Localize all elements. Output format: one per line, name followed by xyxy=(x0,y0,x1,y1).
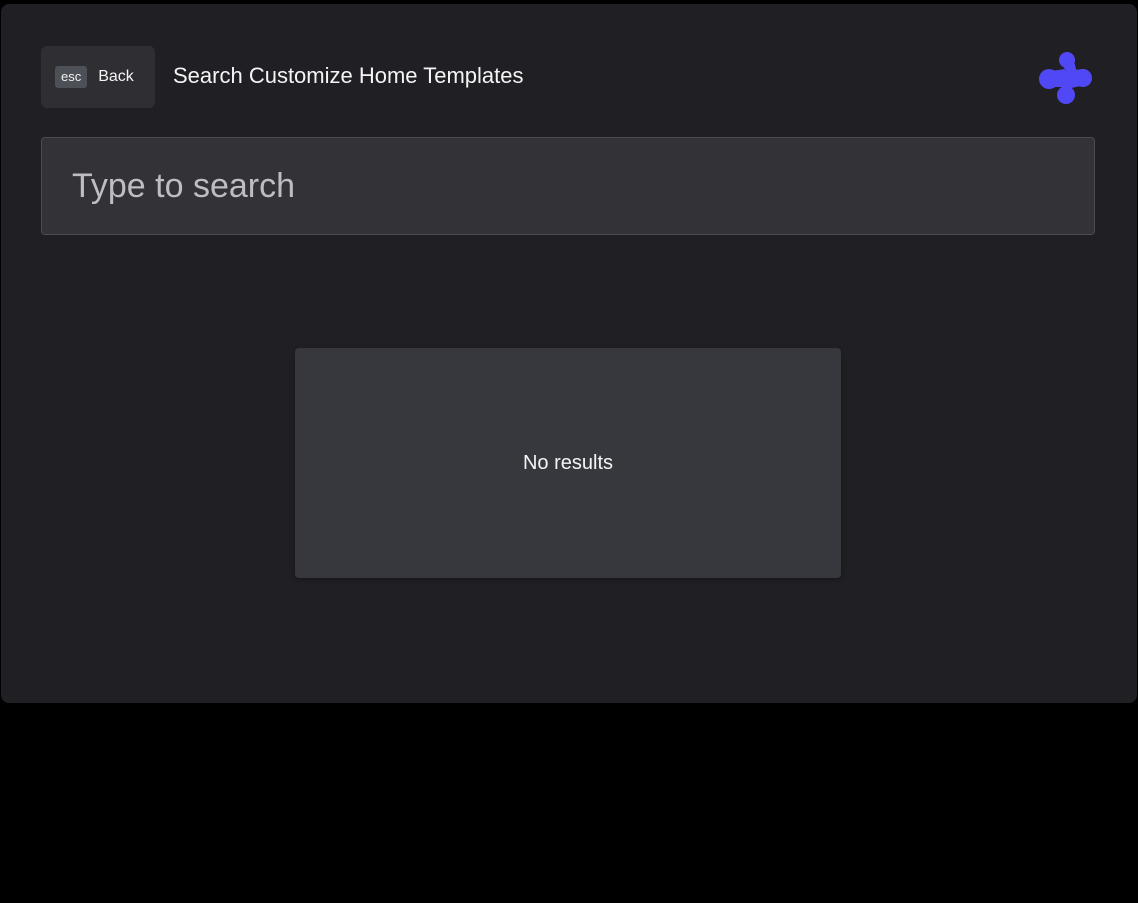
search-window: esc Back Search Customize Home Templates xyxy=(1,4,1137,703)
page-title: Search Customize Home Templates xyxy=(173,63,524,88)
back-label: Back xyxy=(98,68,134,85)
header: esc Back Search Customize Home Templates xyxy=(41,46,1095,108)
esc-key-hint: esc xyxy=(55,66,88,88)
back-button[interactable]: esc Back xyxy=(41,46,155,108)
brand-logo-icon xyxy=(1039,52,1092,104)
no-results-message: No results xyxy=(522,451,614,474)
search-input[interactable] xyxy=(42,138,1094,234)
search-box xyxy=(41,137,1095,235)
no-results-panel: No results xyxy=(295,348,841,578)
